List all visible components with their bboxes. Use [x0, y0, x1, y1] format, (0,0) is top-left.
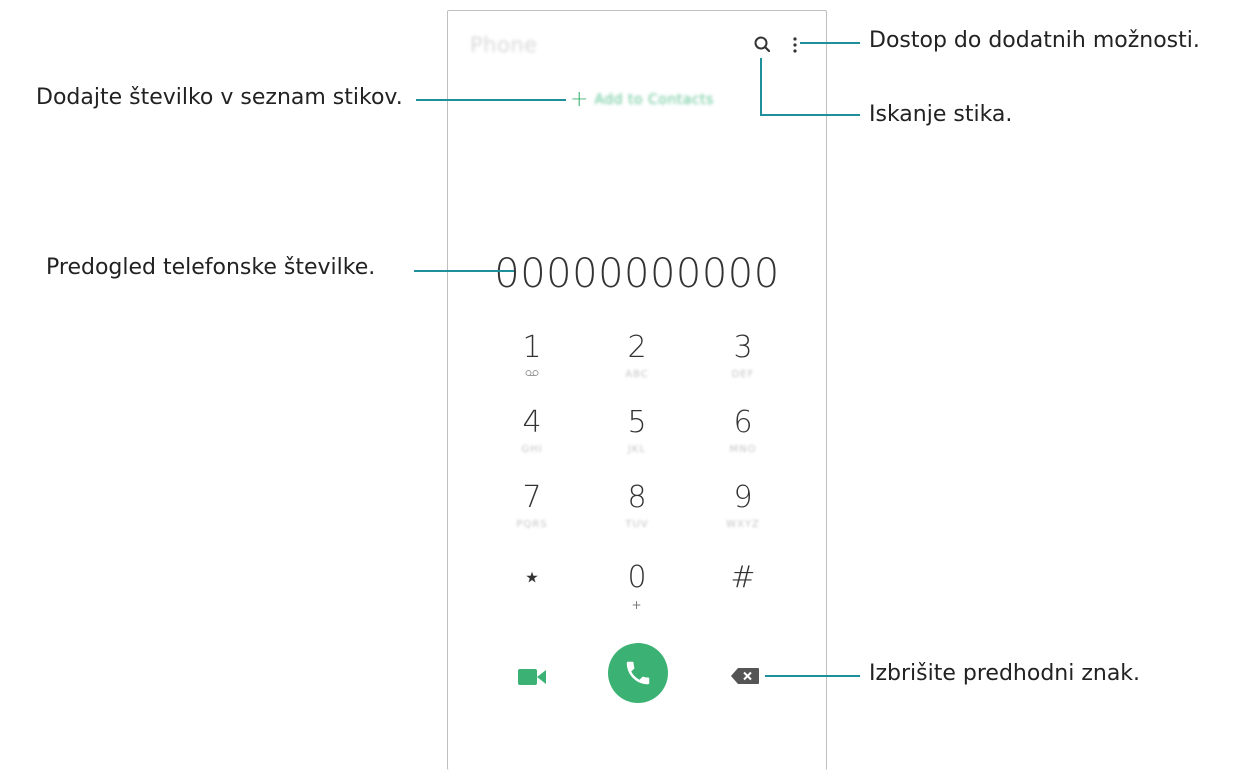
- app-title: Phone: [470, 33, 538, 57]
- leader-line-add-contact: [416, 99, 566, 101]
- key-digit: 4: [522, 405, 542, 440]
- leader-line-search-vertical: [760, 58, 762, 116]
- key-digit: 9: [733, 480, 753, 515]
- callout-delete: Izbrišite predhodni znak.: [869, 661, 1141, 686]
- key-digit: 2: [627, 330, 647, 365]
- leader-line-search: [760, 114, 860, 116]
- key-6[interactable]: 6 MNO: [688, 406, 798, 470]
- key-letters: GHI: [521, 444, 543, 455]
- video-call-icon[interactable]: [517, 667, 547, 687]
- key-7[interactable]: 7 PQRS: [477, 481, 587, 545]
- key-1[interactable]: 1: [477, 331, 587, 395]
- key-4[interactable]: 4 GHI: [477, 406, 587, 470]
- key-digit: #: [730, 560, 756, 595]
- key-5[interactable]: 5 JKL: [582, 406, 692, 470]
- key-digit: 8: [627, 480, 647, 515]
- key-0[interactable]: 0 +: [582, 561, 692, 625]
- key-letters: MNO: [729, 444, 757, 455]
- key-9[interactable]: 9 WXYZ: [688, 481, 798, 545]
- key-digit: 5: [627, 405, 647, 440]
- callout-add-contact: Dodajte številko v seznam stikov.: [36, 85, 403, 110]
- backspace-icon[interactable]: [730, 667, 760, 685]
- key-letters: TUV: [625, 519, 649, 530]
- key-digit: 0: [627, 560, 647, 595]
- key-letters: WXYZ: [726, 519, 760, 530]
- add-to-contacts-button[interactable]: + Add to Contacts: [570, 89, 714, 111]
- key-digit: 6: [733, 405, 753, 440]
- key-3[interactable]: 3 DEF: [688, 331, 798, 395]
- leader-line-delete: [765, 675, 860, 677]
- call-button[interactable]: [608, 643, 668, 703]
- key-digit: 1: [522, 330, 542, 365]
- key-2[interactable]: 2 ABC: [582, 331, 692, 395]
- callout-more-options: Dostop do dodatnih možnosti.: [869, 28, 1200, 53]
- leader-line-more-options: [800, 42, 860, 44]
- phone-dialer-screen: Phone + Add to Contacts 00000000000 1 2 …: [447, 10, 827, 770]
- key-8[interactable]: 8 TUV: [582, 481, 692, 545]
- plus-icon: +: [570, 87, 589, 112]
- search-icon[interactable]: [752, 34, 774, 56]
- key-letters: DEF: [731, 369, 755, 380]
- key-digit: 3: [733, 330, 753, 365]
- voicemail-icon: [477, 369, 587, 381]
- key-letters: PQRS: [516, 519, 548, 530]
- key-star[interactable]: ⋆: [477, 561, 587, 625]
- callout-search: Iskanje stika.: [869, 102, 1013, 127]
- key-hash[interactable]: #: [688, 561, 798, 625]
- key-digit: ⋆: [522, 560, 542, 595]
- key-digit: 7: [522, 480, 542, 515]
- more-options-icon[interactable]: [790, 34, 800, 56]
- phone-number-preview: 00000000000: [494, 251, 780, 297]
- key-letters: +: [631, 598, 643, 612]
- phone-call-icon: [626, 661, 650, 685]
- leader-line-number-preview: [414, 270, 514, 272]
- key-letters: JKL: [627, 444, 647, 455]
- callout-number-preview: Predogled telefonske številke.: [46, 255, 376, 280]
- key-letters: ABC: [625, 369, 649, 380]
- add-to-contacts-label: Add to Contacts: [594, 92, 714, 108]
